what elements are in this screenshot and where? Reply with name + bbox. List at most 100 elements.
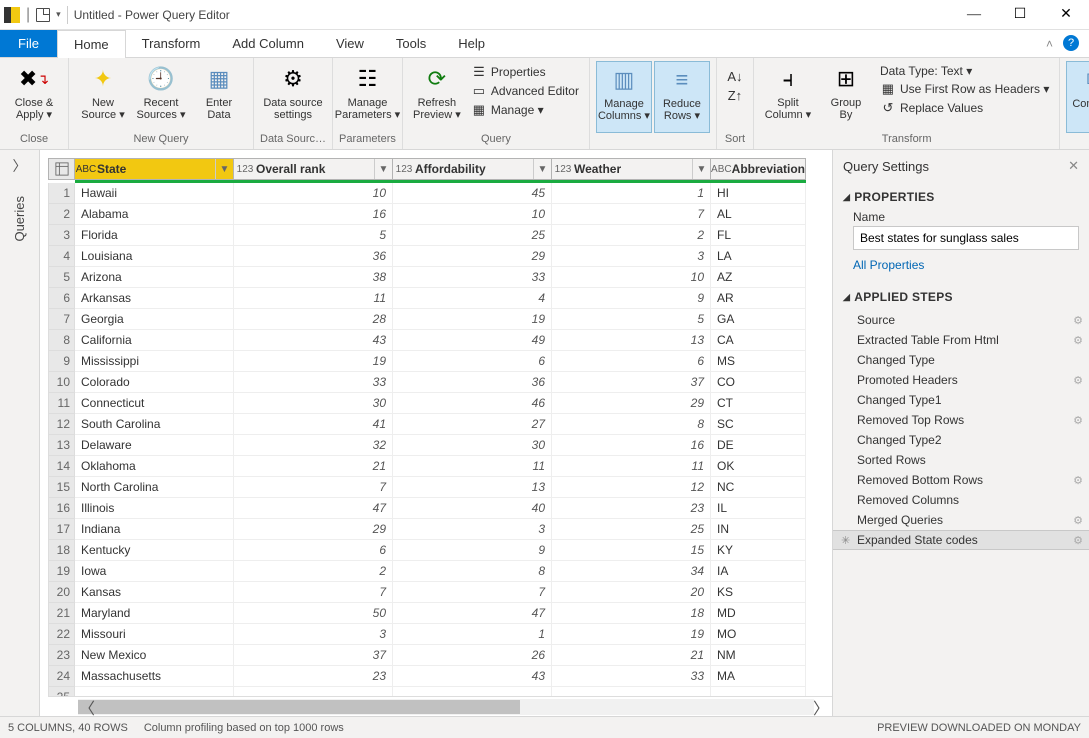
query-settings-pane: Query Settings✕ ◢PROPERTIES Name All Pro…	[832, 150, 1089, 716]
applied-step[interactable]: Sorted Rows	[833, 450, 1089, 470]
recent-sources-button[interactable]: 🕘Recent Sources ▾	[133, 61, 189, 133]
maximize-button[interactable]: ☐	[997, 0, 1043, 30]
applied-step[interactable]: Removed Top Rows⚙	[833, 410, 1089, 430]
close-settings-icon[interactable]: ✕	[1068, 158, 1079, 174]
col-abbreviation[interactable]: ABCAbbreviation	[711, 158, 806, 180]
table-row[interactable]: 23New Mexico372621NM	[48, 645, 832, 666]
tab-tools[interactable]: Tools	[380, 30, 442, 57]
replace-values-button[interactable]: ↺Replace Values	[876, 99, 1053, 117]
table-row[interactable]: 4Louisiana36293LA	[48, 246, 832, 267]
table-row[interactable]: 9Mississippi1966MS	[48, 351, 832, 372]
name-label: Name	[853, 210, 1079, 224]
save-icon[interactable]	[36, 8, 50, 22]
new-source-button[interactable]: ✦New Source ▾	[75, 61, 131, 133]
refresh-preview-button[interactable]: ⟳Refresh Preview ▾	[409, 61, 465, 133]
table-row[interactable]: 11Connecticut304629CT	[48, 393, 832, 414]
tab-home[interactable]: Home	[57, 30, 126, 58]
close-apply-button[interactable]: ✖↴Close & Apply ▾	[6, 61, 62, 133]
col-weather[interactable]: 123Weather▼	[552, 158, 711, 180]
sort-asc-button[interactable]: A↓	[723, 67, 747, 85]
col-affordability[interactable]: 123Affordability▼	[393, 158, 552, 180]
table-row[interactable]: 5Arizona383310AZ	[48, 267, 832, 288]
table-row[interactable]: 8California434913CA	[48, 330, 832, 351]
applied-step[interactable]: ✳Expanded State codes⚙	[833, 530, 1089, 550]
group-data-sources: Data Sourc…	[260, 133, 326, 149]
applied-step[interactable]: Changed Type2	[833, 430, 1089, 450]
table-row[interactable]: 21Maryland504718MD	[48, 603, 832, 624]
table-row[interactable]: 15North Carolina71312NC	[48, 477, 832, 498]
minimize-button[interactable]: —	[951, 0, 997, 30]
table-row[interactable]: 3Florida5252FL	[48, 225, 832, 246]
expand-queries-icon[interactable]: 〉	[13, 156, 27, 176]
data-source-settings-button[interactable]: ⚙Data source settings	[265, 61, 321, 133]
group-sort: Sort	[725, 133, 745, 149]
close-button[interactable]: ✕	[1043, 0, 1089, 30]
manage-columns-button[interactable]: ▥Manage Columns ▾	[596, 61, 652, 133]
applied-step[interactable]: Removed Columns	[833, 490, 1089, 510]
tab-file[interactable]: File	[0, 30, 57, 57]
status-columns-rows: 5 COLUMNS, 40 ROWS	[8, 722, 128, 734]
advanced-editor-button[interactable]: ▭Advanced Editor	[467, 82, 583, 100]
query-name-input[interactable]	[853, 226, 1079, 250]
table-row[interactable]: 7Georgia28195GA	[48, 309, 832, 330]
split-column-button[interactable]: ⫞Split Column ▾	[760, 61, 816, 133]
h-scrollbar[interactable]: 〈 〉	[48, 696, 832, 716]
gear-icon: ⚙	[1073, 374, 1083, 387]
applied-step[interactable]: Merged Queries⚙	[833, 510, 1089, 530]
group-new-query: New Query	[133, 133, 188, 149]
combine-button[interactable]: ⧉Combine ▾	[1066, 61, 1089, 133]
status-profiling: Column profiling based on top 1000 rows	[144, 722, 344, 734]
rows-container[interactable]: 1Hawaii10451HI2Alabama16107AL3Florida525…	[48, 183, 832, 696]
gear-icon: ⚙	[1073, 474, 1083, 487]
chevron-down-icon: ▼	[533, 159, 551, 179]
table-row[interactable]: 17Indiana29325IN	[48, 519, 832, 540]
applied-step[interactable]: Source⚙	[833, 310, 1089, 330]
scroll-right-icon: 〉	[812, 695, 830, 717]
group-parameters: Parameters	[339, 133, 396, 149]
table-row[interactable]: 6Arkansas1149AR	[48, 288, 832, 309]
all-properties-link[interactable]: All Properties	[853, 258, 1079, 272]
tab-view[interactable]: View	[320, 30, 380, 57]
enter-data-button[interactable]: ▦Enter Data	[191, 61, 247, 133]
applied-step[interactable]: Promoted Headers⚙	[833, 370, 1089, 390]
data-type-button[interactable]: Data Type: Text ▾	[876, 63, 1053, 79]
reduce-rows-button[interactable]: ≡Reduce Rows ▾	[654, 61, 710, 133]
applied-step[interactable]: Extracted Table From Html⚙	[833, 330, 1089, 350]
collapse-ribbon-icon[interactable]: ˄	[1046, 37, 1053, 51]
properties-header: PROPERTIES	[854, 190, 934, 204]
table-row[interactable]: 14Oklahoma211111OK	[48, 456, 832, 477]
help-icon[interactable]: ?	[1063, 35, 1079, 51]
qat-dropdown-icon[interactable]: ▾	[56, 9, 61, 20]
sort-desc-button[interactable]: Z↑	[723, 86, 747, 104]
table-row[interactable]: 20Kansas7720KS	[48, 582, 832, 603]
properties-button[interactable]: ☰Properties	[467, 63, 583, 81]
manage-query-button[interactable]: ▦Manage ▾	[467, 101, 583, 119]
first-row-headers-button[interactable]: ▦Use First Row as Headers ▾	[876, 80, 1053, 98]
table-row[interactable]: 10Colorado333637CO	[48, 372, 832, 393]
table-icon[interactable]	[48, 158, 75, 180]
group-by-button[interactable]: ⊞Group By	[818, 61, 874, 133]
table-row[interactable]: 12South Carolina41278SC	[48, 414, 832, 435]
gear-icon: ⚙	[1073, 514, 1083, 527]
table-row[interactable]: 1Hawaii10451HI	[48, 183, 832, 204]
manage-parameters-button[interactable]: ☷Manage Parameters ▾	[339, 61, 395, 133]
table-row[interactable]: 24Massachusetts234333MA	[48, 666, 832, 687]
applied-step[interactable]: Changed Type1	[833, 390, 1089, 410]
chevron-down-icon: ▼	[374, 159, 392, 179]
table-row[interactable]: 13Delaware323016DE	[48, 435, 832, 456]
col-state[interactable]: ABCState▼	[75, 158, 234, 180]
group-close: Close	[20, 133, 48, 149]
applied-steps-header: APPLIED STEPS	[854, 290, 953, 304]
tab-add-column[interactable]: Add Column	[216, 30, 320, 57]
table-row[interactable]: 22Missouri3119MO	[48, 624, 832, 645]
col-overall-rank[interactable]: 123Overall rank▼	[234, 158, 393, 180]
table-row[interactable]: 2Alabama16107AL	[48, 204, 832, 225]
tab-transform[interactable]: Transform	[126, 30, 217, 57]
table-row[interactable]: 18Kentucky6915KY	[48, 540, 832, 561]
queries-rail[interactable]: 〉 Queries	[0, 150, 40, 716]
tab-help[interactable]: Help	[442, 30, 501, 57]
table-row[interactable]: 19Iowa2834IA	[48, 561, 832, 582]
applied-step[interactable]: Changed Type	[833, 350, 1089, 370]
table-row[interactable]: 16Illinois474023IL	[48, 498, 832, 519]
applied-step[interactable]: Removed Bottom Rows⚙	[833, 470, 1089, 490]
